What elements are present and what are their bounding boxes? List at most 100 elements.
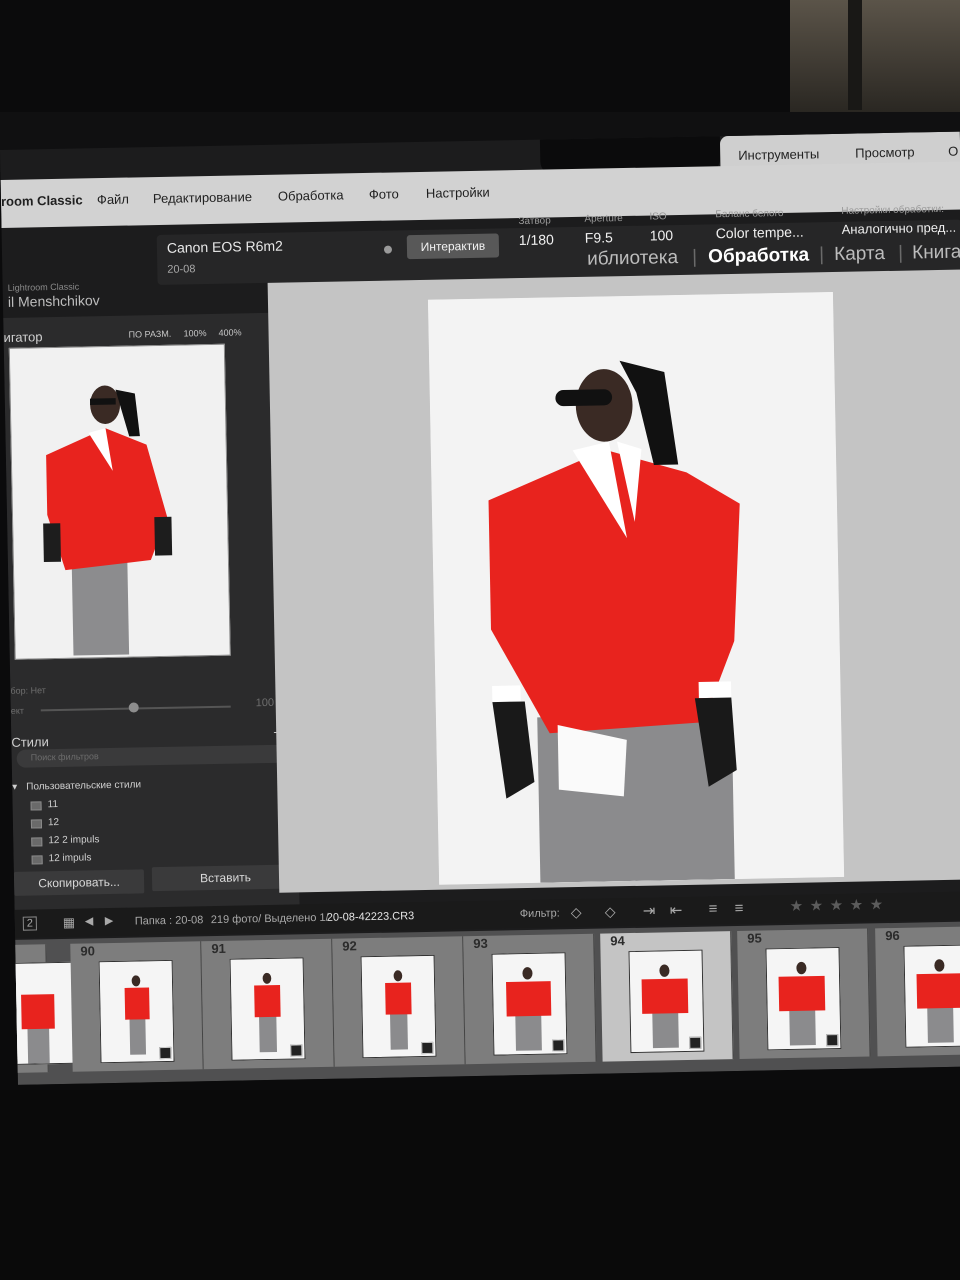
- unflag-filter-icon[interactable]: ◇: [605, 903, 616, 920]
- aperture-label: Aperture: [584, 213, 623, 225]
- frame-number: 90: [80, 943, 96, 959]
- model-photo: [427, 292, 845, 885]
- filmstrip-cell[interactable]: 95: [737, 928, 871, 1059]
- frame-number: 96: [885, 927, 900, 944]
- module-develop[interactable]: Обработка: [708, 244, 809, 268]
- photo-count: 219 фото/ Выделено 1/: [210, 911, 329, 927]
- second-window-button[interactable]: 2: [22, 916, 38, 931]
- filmstrip-thumbnail: [903, 944, 960, 1048]
- preset-item[interactable]: 12 impuls: [49, 852, 92, 864]
- tab-about[interactable]: О: [948, 144, 958, 159]
- preset-item[interactable]: 12: [48, 817, 59, 828]
- shutter-value[interactable]: 1/180: [519, 231, 554, 248]
- aperture-value[interactable]: F9.5: [585, 229, 613, 246]
- rating-star-icon[interactable]: ★: [789, 897, 804, 915]
- zoom-100-option[interactable]: 100%: [183, 328, 206, 338]
- white-balance-value[interactable]: Color tempe...: [716, 224, 804, 242]
- navigator-title[interactable]: игатор: [3, 329, 42, 345]
- preset-icon: [30, 819, 43, 829]
- frame-number: 94: [610, 933, 625, 949]
- filmstrip-thumbnail: [360, 954, 437, 1059]
- disclosure-triangle-icon[interactable]: ▾: [12, 782, 17, 793]
- preset-item[interactable]: 12 2 impuls: [48, 834, 99, 846]
- menu-app-name[interactable]: room Classic: [1, 192, 83, 209]
- filmstrip-cell[interactable]: 92: [332, 936, 466, 1067]
- rating-star-icon[interactable]: ★: [869, 895, 883, 913]
- filmstrip-thumbnail: [98, 959, 175, 1064]
- module-book[interactable]: Книга: [912, 242, 960, 265]
- module-separator: |: [897, 242, 904, 264]
- zoom-fit-option[interactable]: ПО РАЗМ.: [128, 329, 171, 340]
- effect-label: ект: [10, 705, 25, 716]
- zoom-400-option[interactable]: 400%: [218, 327, 241, 337]
- edited-badge-icon: [552, 1039, 565, 1052]
- filmstrip-thumbnail: [765, 947, 842, 1051]
- shutter-label: Затвор: [518, 215, 551, 228]
- preset-search-placeholder: Поиск фильтров: [30, 751, 99, 763]
- folder-label: Папка : 20-08: [134, 914, 204, 928]
- menu-bar: room Classic Файл Редактирование Обработ…: [0, 161, 960, 228]
- flag-filter-icon[interactable]: ◇: [571, 904, 582, 921]
- session-name: 20-08: [167, 263, 196, 276]
- filmstrip-cell[interactable]: 91: [201, 938, 335, 1070]
- develop-settings-label: Настройки обработки:: [841, 203, 945, 217]
- iso-value[interactable]: 100: [650, 227, 674, 243]
- filmstrip-cell[interactable]: 96: [875, 925, 960, 1057]
- preset-item[interactable]: 11: [47, 799, 58, 810]
- tab-tools[interactable]: Инструменты: [738, 146, 819, 163]
- grid-view-icon[interactable]: ▦: [63, 915, 76, 931]
- copy-settings-button[interactable]: Скопировать...: [13, 869, 145, 896]
- frame-number: 91: [211, 940, 226, 957]
- tab-view[interactable]: Просмотр: [855, 144, 915, 160]
- preset-group[interactable]: Пользовательские стили: [26, 779, 141, 792]
- rating-star-icon[interactable]: ★: [809, 896, 824, 914]
- preset-icon: [31, 837, 43, 847]
- monitor-bezel-bottom: [0, 1090, 960, 1280]
- filter-label: Фильтр:: [519, 907, 560, 921]
- filmstrip-cell[interactable]: 90: [70, 941, 204, 1072]
- navigator-preview[interactable]: [8, 343, 231, 660]
- paste-settings-button[interactable]: Вставить: [151, 864, 300, 892]
- camera-name[interactable]: Canon EOS R6m2: [167, 238, 283, 256]
- import-icon[interactable]: ⇥: [643, 902, 656, 920]
- edited-badge-icon: [689, 1036, 702, 1049]
- identity-plate: il Menshchikov: [7, 292, 100, 310]
- filmstrip-cell-selected[interactable]: 94: [600, 931, 734, 1062]
- interactive-button[interactable]: Интерактив: [406, 233, 500, 260]
- styles-title[interactable]: Стили: [11, 734, 49, 750]
- back-arrow-icon[interactable]: ◀: [85, 914, 94, 927]
- export-icon[interactable]: ⇤: [670, 901, 683, 919]
- light-stand: [848, 0, 862, 110]
- main-photo[interactable]: [427, 292, 845, 885]
- preset-amount-label: бор: Нет: [10, 685, 46, 696]
- white-balance-label: Баланс белого: [715, 207, 784, 221]
- identity-app: Lightroom Classic: [7, 281, 80, 293]
- studio-background: [790, 0, 960, 112]
- module-library[interactable]: иблиотека: [587, 247, 678, 271]
- menu-edit[interactable]: Редактирование: [153, 189, 252, 206]
- edited-badge-icon: [159, 1046, 172, 1060]
- filmstrip-cell[interactable]: 93: [463, 933, 597, 1065]
- filmstrip-thumbnail: [628, 949, 705, 1054]
- selected-file-name[interactable]: 20-08-42223.CR3: [327, 910, 415, 924]
- menu-settings[interactable]: Настройки: [426, 185, 490, 201]
- module-map[interactable]: Карта: [834, 243, 885, 266]
- develop-settings-value[interactable]: Аналогично пред...: [842, 220, 957, 237]
- forward-arrow-icon[interactable]: ▶: [105, 914, 114, 927]
- edited-badge-icon: [421, 1041, 434, 1055]
- frame-number: 92: [342, 938, 357, 954]
- filmstrip: 90 91 92 93 94 95 96: [0, 921, 960, 1085]
- menu-photo[interactable]: Фото: [369, 186, 399, 202]
- filmstrip-cell[interactable]: [0, 944, 80, 1075]
- sort-icon[interactable]: ≡: [735, 900, 744, 917]
- rating-star-icon[interactable]: ★: [829, 896, 843, 914]
- menu-file[interactable]: Файл: [97, 192, 129, 208]
- iso-label: ISO: [649, 211, 667, 223]
- module-separator: |: [691, 246, 698, 268]
- compare-icon[interactable]: ≡: [709, 900, 718, 917]
- filmstrip-thumbnail: [3, 961, 80, 1066]
- edited-badge-icon: [826, 1034, 839, 1047]
- frame-number: 93: [473, 935, 488, 952]
- menu-develop[interactable]: Обработка: [278, 187, 344, 203]
- rating-star-icon[interactable]: ★: [849, 896, 863, 914]
